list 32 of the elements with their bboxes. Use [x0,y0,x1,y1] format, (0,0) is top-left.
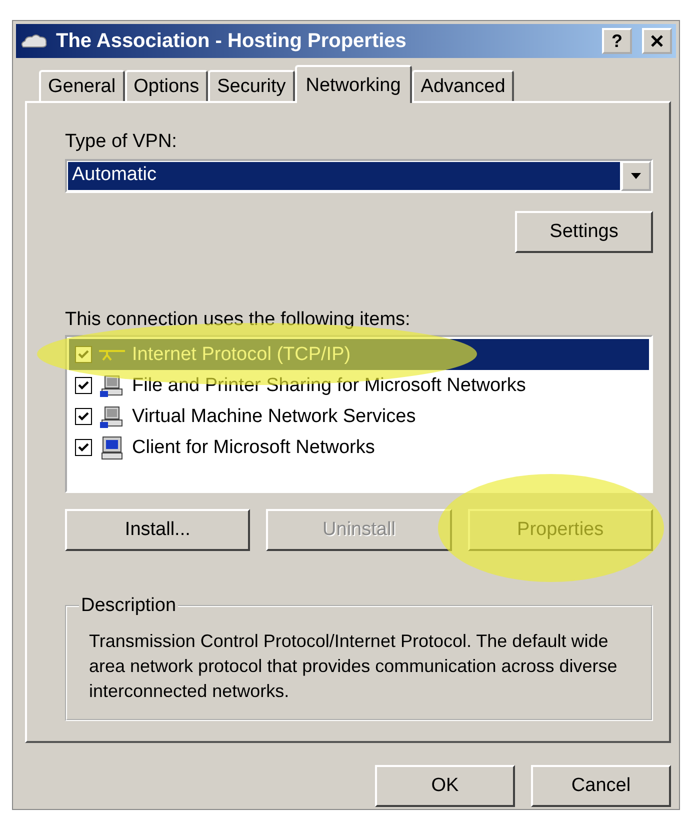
tab[interactable]: Options [124,70,208,101]
network-cable-icon [98,348,126,360]
checkmark-icon [78,380,89,391]
checkbox[interactable] [75,346,92,363]
checkmark-icon [78,442,89,453]
cancel-button[interactable]: Cancel [531,765,671,807]
install-button[interactable]: Install... [65,509,250,551]
ok-button[interactable]: OK [375,765,515,807]
cloud-icon [20,33,48,49]
checkbox[interactable] [75,439,92,456]
caret-icon [630,172,642,180]
vpn-type-label: Type of VPN: [65,131,178,153]
checkmark-icon [78,349,89,360]
list-item[interactable]: Client for Microsoft Networks [69,432,649,463]
checkbox[interactable] [75,408,92,425]
checkbox[interactable] [75,377,92,394]
description-text: Transmission Control Protocol/Internet Protocol. The default wide area network protocol that provides communication across diverse interconnected networks. [89,630,618,703]
close-button[interactable] [642,28,672,54]
tab[interactable]: Security [208,70,295,101]
window-title: The Association - Hosting Properties [56,30,408,52]
settings-button[interactable]: Settings [515,211,653,253]
vpn-type-dropdown[interactable]: Automatic [65,159,653,193]
tab[interactable]: Networking [294,65,412,103]
close-icon [650,34,664,48]
group-title: Description [79,595,178,617]
list-item[interactable]: Virtual Machine Network Services [69,401,649,432]
help-button[interactable]: ? [602,28,632,54]
tab[interactable]: Advanced [412,70,514,101]
tab[interactable]: General [39,70,125,101]
items-label: This connection uses the following items: [65,309,412,331]
checkmark-icon [78,411,89,422]
list-item[interactable]: File and Printer Sharing for Microsoft Networks [69,370,649,401]
